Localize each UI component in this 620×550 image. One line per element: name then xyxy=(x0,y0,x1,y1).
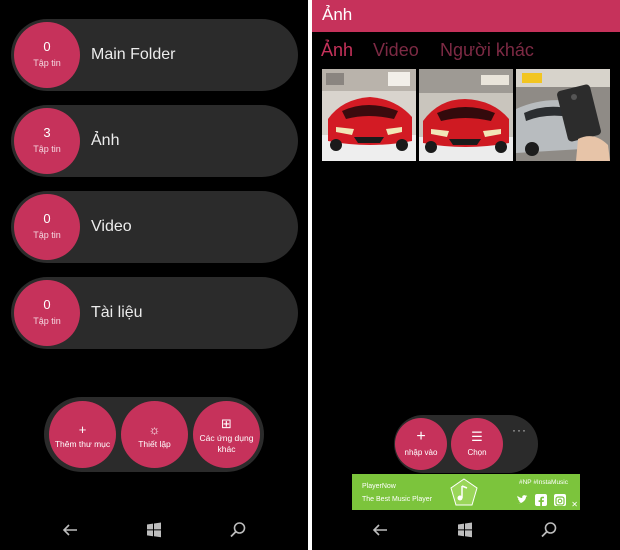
ad-tagline: The Best Music Player xyxy=(362,496,433,503)
import-button[interactable]: + nhập vào xyxy=(395,418,447,470)
file-count-unit: Tập tin xyxy=(33,58,61,68)
page-title: Ảnh xyxy=(322,5,353,24)
folder-name: Video xyxy=(91,218,132,235)
folder-name: Tài liệu xyxy=(91,304,143,321)
facebook-icon xyxy=(535,494,547,507)
folder-photos[interactable]: 3 Tập tin Ảnh xyxy=(11,105,298,177)
plus-icon: + xyxy=(416,428,426,445)
back-arrow-icon[interactable] xyxy=(370,520,390,540)
file-count-unit: Tập tin xyxy=(33,230,61,240)
folders-screen: 0 Tập tin Main Folder 3 Tập tin Ảnh 0 Tậ… xyxy=(0,0,308,550)
folder-main[interactable]: 0 Tập tin Main Folder xyxy=(11,19,298,91)
phone-car-photo xyxy=(516,69,610,161)
ad-banner[interactable]: PlayerNow The Best Music Player #NP #Ins… xyxy=(352,474,580,512)
list-icon: ☰ xyxy=(471,429,483,444)
instagram-icon xyxy=(554,494,566,506)
file-count-badge: 0 Tập tin xyxy=(14,280,80,346)
sun-icon: ☼ xyxy=(148,422,161,437)
file-count: 3 xyxy=(43,125,51,140)
more-options-icon[interactable]: ··· xyxy=(512,423,527,437)
action-label: nhập vào xyxy=(404,448,438,457)
music-note-icon xyxy=(450,478,478,506)
action-bar: + Thêm thư mục ☼ Thiết lập ⊞ Các ứng dụn… xyxy=(44,397,264,472)
action-label: Các ứng dụng khác xyxy=(199,433,254,454)
back-arrow-icon[interactable] xyxy=(60,520,80,540)
action-label: Chọn xyxy=(467,448,487,457)
tab-others[interactable]: Người khác xyxy=(440,38,534,62)
action-label: Thêm thư mục xyxy=(54,439,111,449)
red-car-photo xyxy=(419,69,513,161)
system-navbar xyxy=(312,510,620,550)
tab-photos[interactable]: Ảnh xyxy=(321,38,353,62)
file-count-unit: Tập tin xyxy=(33,144,61,154)
file-count-unit: Tập tin xyxy=(33,316,61,326)
file-count-badge: 0 Tập tin xyxy=(14,22,80,88)
file-count: 0 xyxy=(43,39,51,54)
file-count: 0 xyxy=(43,211,51,226)
plus-icon: + xyxy=(78,422,87,437)
photo-thumbnail[interactable] xyxy=(322,69,416,161)
system-navbar xyxy=(0,510,308,550)
windows-start-icon[interactable] xyxy=(455,520,475,540)
close-icon[interactable]: ✕ xyxy=(571,501,578,509)
tab-video[interactable]: Video xyxy=(373,38,419,62)
photo-thumbnail[interactable] xyxy=(516,69,610,161)
title-bar: Ảnh xyxy=(312,0,620,32)
action-bar: + nhập vào ☰ Chọn ··· xyxy=(394,415,538,473)
photos-screen: Ảnh Ảnh Video Người khác + nhập vào ☰ Ch… xyxy=(312,0,620,550)
folder-name: Main Folder xyxy=(91,46,176,63)
file-count-badge: 0 Tập tin xyxy=(14,194,80,260)
ad-hashtags: #NP #InstaMusic xyxy=(518,479,568,486)
select-button[interactable]: ☰ Chọn xyxy=(451,418,503,470)
add-folder-button[interactable]: + Thêm thư mục xyxy=(49,401,116,468)
file-count: 0 xyxy=(43,297,51,312)
action-label: Thiết lập xyxy=(138,439,171,449)
grid-icon: ⊞ xyxy=(221,416,232,431)
red-car-photo xyxy=(322,69,416,161)
windows-start-icon[interactable] xyxy=(144,520,164,540)
folder-documents[interactable]: 0 Tập tin Tài liệu xyxy=(11,277,298,349)
search-icon[interactable] xyxy=(228,520,248,540)
folder-name: Ảnh xyxy=(91,132,120,149)
other-apps-button[interactable]: ⊞ Các ứng dụng khác xyxy=(193,401,260,468)
ad-app-name: PlayerNow xyxy=(362,483,396,490)
twitter-icon xyxy=(517,495,528,504)
settings-button[interactable]: ☼ Thiết lập xyxy=(121,401,188,468)
photo-thumbnail[interactable] xyxy=(419,69,513,161)
search-icon[interactable] xyxy=(539,520,559,540)
file-count-badge: 3 Tập tin xyxy=(14,108,80,174)
folder-video[interactable]: 0 Tập tin Video xyxy=(11,191,298,263)
